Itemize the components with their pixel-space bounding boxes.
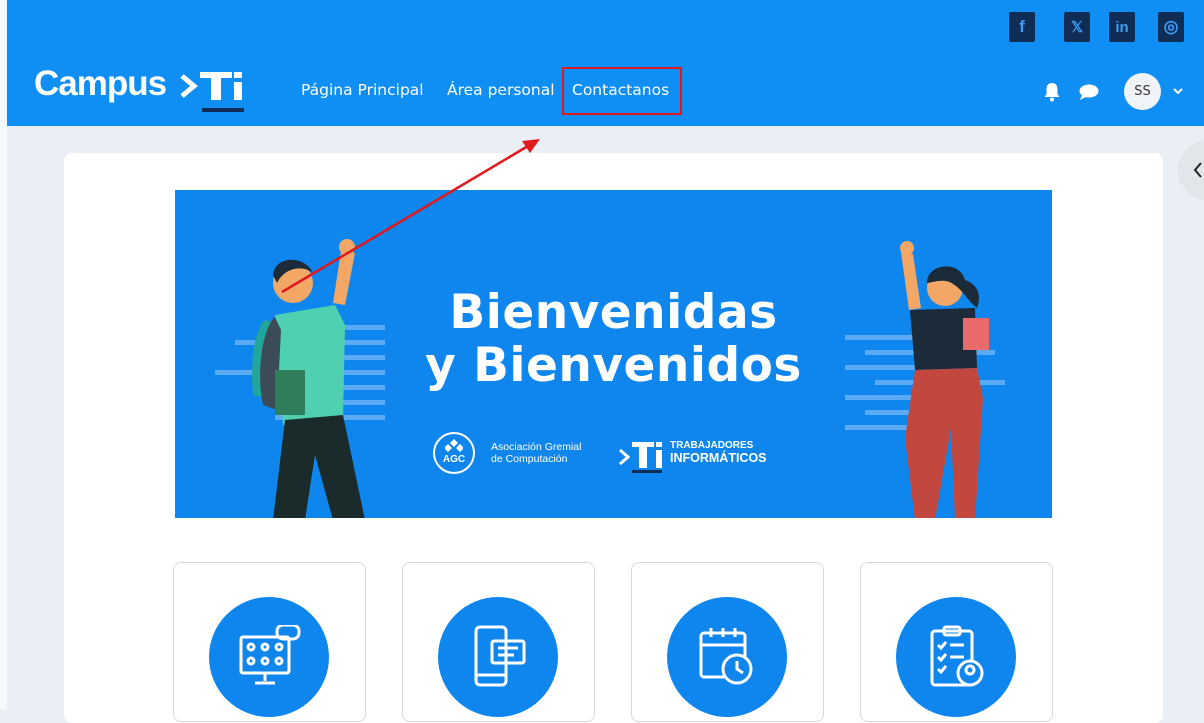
ti-line2: INFORMÁTICOS (670, 451, 767, 465)
card-calendar[interactable] (631, 562, 824, 722)
agc-line1: Asociación Gremial (491, 441, 582, 453)
card-mobile-chat[interactable] (402, 562, 595, 722)
nav-home[interactable]: Página Principal (301, 81, 424, 99)
agc-line2: de Computación (491, 453, 568, 465)
agc-name: Asociación Gremial de Computación (491, 441, 581, 465)
contact-highlight-box (562, 67, 682, 115)
card-checklist[interactable] (860, 562, 1053, 722)
chevron-left-icon (1193, 162, 1202, 178)
chat-icon[interactable] (1078, 83, 1100, 101)
card-video-conference[interactable] (173, 562, 366, 722)
video-conference-icon (239, 625, 301, 685)
agc-diamond-icon (445, 439, 463, 452)
left-edge (0, 0, 7, 709)
ti-name: TRABAJADORES INFORMÁTICOS (670, 439, 767, 465)
agc-logo: AGC (433, 432, 475, 474)
drawer-toggle[interactable] (1178, 140, 1204, 200)
logo-ti-mark[interactable] (180, 64, 260, 118)
notification-bell-icon[interactable] (1043, 82, 1061, 102)
banner-title-line1: Bienvenidas (449, 285, 778, 340)
instagram-icon[interactable]: ◎ (1158, 12, 1184, 42)
linkedin-icon[interactable]: in (1109, 12, 1135, 42)
card-icon-circle (209, 597, 329, 717)
ti-logo-icon (619, 442, 662, 473)
banner-title-line2: y Bienvenidos (425, 338, 802, 393)
card-icon-circle (438, 597, 558, 717)
card-icon-circle (896, 597, 1016, 717)
mobile-chat-icon (474, 625, 526, 687)
agc-badge-text: AGC (442, 454, 466, 465)
nav-personal-area[interactable]: Área personal (447, 81, 555, 99)
site-logo[interactable]: Campus (34, 64, 167, 104)
x-icon[interactable]: 𝕏 (1064, 12, 1090, 42)
calendar-clock-icon (699, 628, 753, 685)
card-icon-circle (667, 597, 787, 717)
facebook-icon[interactable]: f (1009, 12, 1035, 42)
welcome-banner: Bienvenidas y Bienvenidos AGC Asociación… (175, 190, 1052, 518)
user-avatar[interactable]: SS (1124, 73, 1161, 110)
clipboard-checklist-icon (930, 625, 984, 687)
chevron-down-icon[interactable] (1172, 86, 1184, 96)
